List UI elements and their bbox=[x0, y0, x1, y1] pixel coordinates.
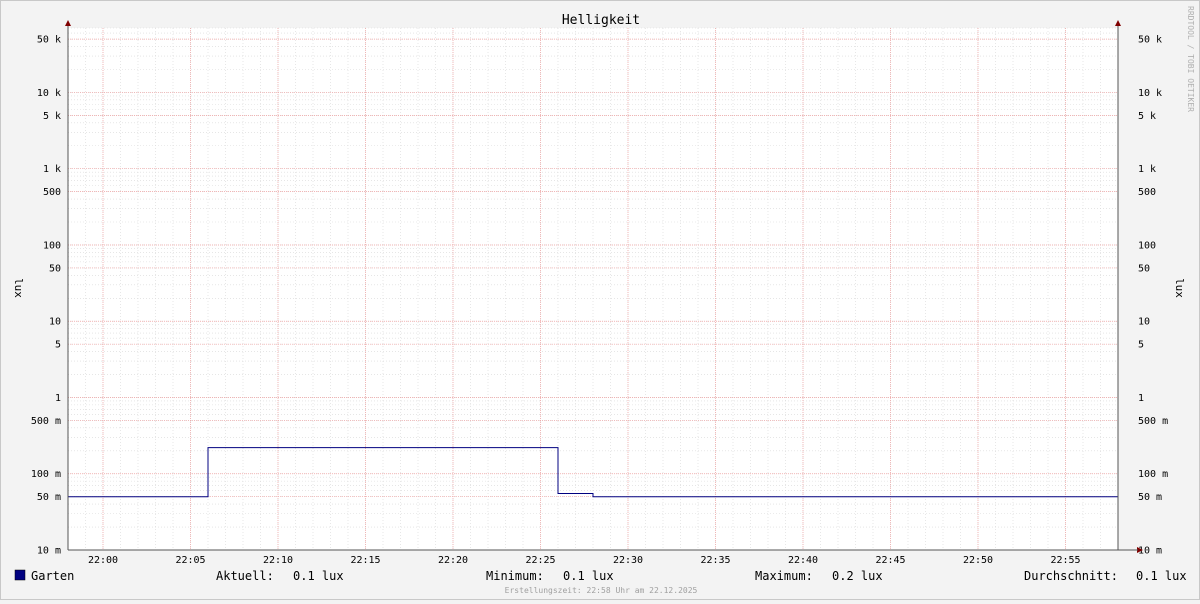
chart-title: Helligkeit bbox=[562, 13, 640, 28]
y-tick-label-left: 10 m bbox=[37, 546, 61, 557]
y-axis-label-right: lux bbox=[1173, 278, 1186, 298]
x-tick-label: 22:15 bbox=[350, 555, 380, 566]
legend-stat-label-avg: Durchschnitt: bbox=[1024, 569, 1118, 583]
legend-series-name: Garten bbox=[31, 569, 74, 583]
legend-stat-value-current: 0.1 lux bbox=[293, 569, 344, 583]
x-tick-label: 22:10 bbox=[263, 555, 293, 566]
y-tick-label-right: 10 k bbox=[1138, 88, 1162, 99]
y-axis-arrow-right bbox=[1115, 20, 1121, 26]
y-tick-label-right: 50 m bbox=[1138, 492, 1162, 503]
legend-swatch bbox=[14, 569, 26, 581]
y-tick-label-right: 500 bbox=[1138, 187, 1156, 198]
legend-stat-label-max: Maximum: bbox=[755, 569, 813, 583]
y-tick-label-right: 50 k bbox=[1138, 35, 1162, 46]
legend-stat-value-avg: 0.1 lux bbox=[1136, 569, 1187, 583]
x-tick-label: 22:45 bbox=[875, 555, 905, 566]
x-tick-label: 22:50 bbox=[963, 555, 993, 566]
y-tick-label-left: 500 bbox=[43, 187, 61, 198]
y-tick-label-left: 10 k bbox=[37, 88, 61, 99]
y-tick-label-right: 100 bbox=[1138, 240, 1156, 251]
x-tick-label: 22:25 bbox=[525, 555, 555, 566]
y-tick-label-left: 10 bbox=[49, 317, 61, 328]
y-tick-label-right: 100 m bbox=[1138, 469, 1168, 480]
y-axis-arrow-left bbox=[65, 20, 71, 26]
y-tick-label-left: 1 bbox=[55, 393, 61, 404]
watermark: RRDTOOL / TOBI OETIKER bbox=[1186, 6, 1195, 112]
y-tick-label-left: 500 m bbox=[31, 416, 61, 427]
y-axis-label-left: lux bbox=[12, 278, 25, 298]
y-tick-label-right: 1 k bbox=[1138, 164, 1156, 175]
x-tick-label: 22:55 bbox=[1050, 555, 1080, 566]
y-tick-label-left: 50 m bbox=[37, 492, 61, 503]
y-tick-label-left: 50 k bbox=[37, 35, 61, 46]
chart-frame: Helligkeit RRDTOOL / TOBI OETIKER lux lu… bbox=[0, 0, 1200, 600]
legend-stat-label-min: Minimum: bbox=[486, 569, 544, 583]
y-tick-label-right: 500 m bbox=[1138, 416, 1168, 427]
y-tick-label-left: 5 k bbox=[43, 111, 61, 122]
footer-timestamp: Erstellungszeit: 22:58 Uhr am 22.12.2025 bbox=[505, 586, 698, 595]
y-tick-label-left: 5 bbox=[55, 340, 61, 351]
x-tick-label: 22:20 bbox=[438, 555, 468, 566]
x-tick-label: 22:00 bbox=[88, 555, 118, 566]
x-tick-label: 22:40 bbox=[788, 555, 818, 566]
legend-stat-label-current: Aktuell: bbox=[216, 569, 274, 583]
legend-stat-value-max: 0.2 lux bbox=[832, 569, 883, 583]
y-tick-label-left: 50 bbox=[49, 263, 61, 274]
x-tick-label: 22:35 bbox=[700, 555, 730, 566]
y-tick-label-right: 1 bbox=[1138, 393, 1144, 404]
y-tick-label-right: 5 bbox=[1138, 340, 1144, 351]
y-tick-label-right: 10 m bbox=[1138, 546, 1162, 557]
y-tick-label-right: 5 k bbox=[1138, 111, 1156, 122]
y-tick-label-left: 1 k bbox=[43, 164, 61, 175]
chart-svg: Helligkeit RRDTOOL / TOBI OETIKER lux lu… bbox=[12, 6, 1195, 595]
legend-stat-value-min: 0.1 lux bbox=[563, 569, 614, 583]
y-tick-label-right: 10 bbox=[1138, 317, 1150, 328]
y-tick-label-left: 100 bbox=[43, 240, 61, 251]
y-tick-label-right: 50 bbox=[1138, 263, 1150, 274]
x-tick-label: 22:05 bbox=[175, 555, 205, 566]
y-tick-label-left: 100 m bbox=[31, 469, 61, 480]
x-tick-label: 22:30 bbox=[613, 555, 643, 566]
